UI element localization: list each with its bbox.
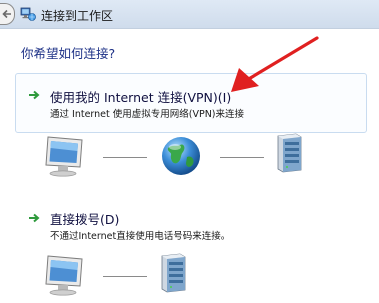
connection-line bbox=[103, 157, 147, 158]
globe-icon bbox=[162, 137, 200, 175]
back-arrow-icon bbox=[2, 9, 11, 19]
page-heading: 你希望如何连接? bbox=[21, 46, 116, 61]
back-button[interactable] bbox=[0, 3, 15, 25]
computer-icon bbox=[45, 255, 83, 296]
title-bar: 连接到工作区 bbox=[0, 0, 379, 29]
option-vpn-title[interactable]: 使用我的 Internet 连接(VPN)(I) bbox=[50, 87, 231, 106]
connection-line bbox=[103, 276, 147, 277]
server-icon bbox=[161, 253, 186, 293]
server-icon bbox=[277, 133, 302, 173]
window-title: 连接到工作区 bbox=[41, 9, 114, 23]
connection-line bbox=[220, 157, 264, 158]
option-vpn-description: 通过 Internet 使用虚拟专用网络(VPN)来连接 bbox=[50, 109, 245, 120]
network-connection-icon bbox=[20, 7, 36, 21]
option-dialup-title[interactable]: 直接拨号(D) bbox=[50, 209, 119, 228]
option-dialup-description: 不通过Internet直接使用电话号码来连接。 bbox=[50, 231, 231, 242]
computer-icon bbox=[45, 136, 83, 177]
green-arrow-icon bbox=[29, 90, 40, 100]
red-annotation-arrow bbox=[231, 36, 319, 92]
green-arrow-icon bbox=[29, 213, 40, 223]
